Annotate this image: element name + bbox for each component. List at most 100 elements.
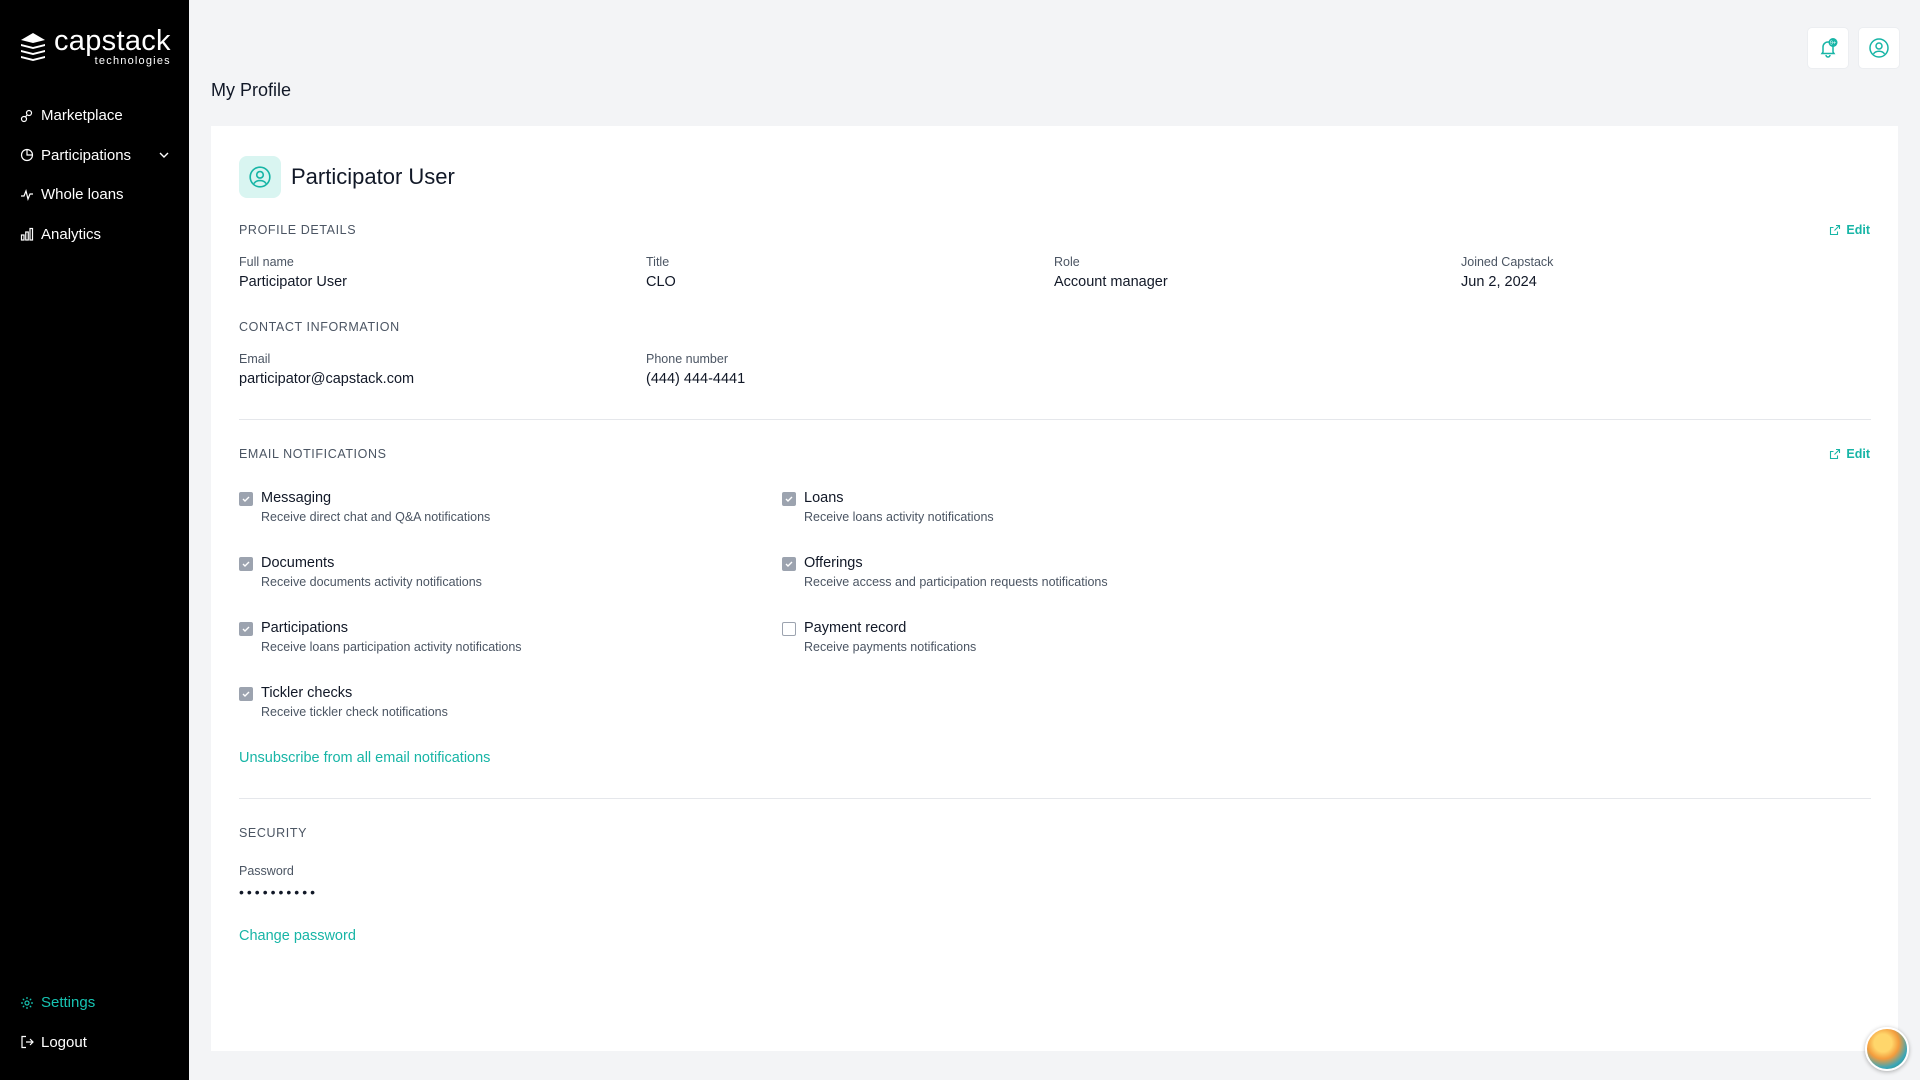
check-icon	[785, 496, 793, 502]
field-value: participator@capstack.com	[239, 371, 415, 387]
section-divider	[239, 798, 1871, 799]
notification-badge: 9+	[1830, 41, 1836, 47]
field-value: (444) 444-4441	[646, 371, 746, 387]
notification-desc: Receive documents activity notifications	[261, 575, 482, 589]
notification-payment-record[interactable]: Payment record Receive payments notificat…	[782, 620, 976, 654]
edit-icon	[1830, 224, 1841, 236]
field-value: Jun 2, 2024	[1461, 274, 1537, 290]
notifications-button[interactable]: 9+	[1808, 28, 1848, 68]
sidebar-item-label: Participations	[41, 146, 132, 164]
sidebar-item-label: Analytics	[41, 225, 102, 243]
brand-subtitle: technologies	[94, 55, 171, 67]
check-icon	[242, 626, 250, 632]
notification-offerings[interactable]: Offerings Receive access and participatio…	[782, 555, 1108, 589]
check-icon	[242, 561, 250, 567]
check-icon	[242, 496, 250, 502]
field-title: Title CLO	[646, 255, 676, 290]
page-title: My Profile	[211, 80, 292, 100]
participations-icon	[19, 147, 35, 163]
notification-desc: Receive loans activity notifications	[804, 510, 994, 524]
field-label: Full name	[239, 255, 294, 269]
notification-title: Documents	[261, 555, 335, 571]
sidebar-item-whole-loans[interactable]: Whole loans	[19, 175, 171, 215]
sidebar-item-label: Whole loans	[41, 186, 124, 204]
marketplace-icon	[19, 108, 35, 124]
field-label: Email	[239, 352, 271, 366]
notification-title: Tickler checks	[261, 685, 353, 701]
profile-details-heading: PROFILE DETAILS	[239, 223, 357, 237]
field-value: Account manager	[1054, 274, 1168, 290]
user-circle-icon	[1869, 38, 1889, 58]
analytics-icon	[19, 226, 35, 242]
notification-tickler-checks[interactable]: Tickler checks Receive tickler check noti…	[239, 685, 448, 719]
check-icon	[785, 561, 793, 567]
checkbox[interactable]	[239, 687, 253, 701]
checkbox[interactable]	[239, 557, 253, 571]
account-button[interactable]	[1859, 28, 1899, 68]
checkbox[interactable]	[782, 557, 796, 571]
bell-icon: 9+	[1820, 38, 1838, 58]
field-phone: Phone number (444) 444-4441	[646, 352, 745, 387]
field-label: Role	[1054, 255, 1080, 269]
field-role: Role Account manager	[1054, 255, 1168, 290]
notification-desc: Receive direct chat and Q&A notification…	[261, 510, 491, 524]
notification-loans[interactable]: Loans Receive loans activity notification…	[782, 490, 994, 524]
email-notifications-heading: EMAIL NOTIFICATIONS	[239, 447, 387, 461]
profile-card: Participator User PROFILE DETAILS Edit F…	[211, 126, 1898, 1051]
sidebar-nav: Marketplace Participations Whole loans A…	[19, 96, 171, 254]
checkbox[interactable]	[239, 622, 253, 636]
notification-title: Participations	[261, 620, 349, 636]
contact-info-heading: CONTACT INFORMATION	[239, 320, 400, 334]
checkbox[interactable]	[782, 492, 796, 506]
sidebar-item-label: Logout	[41, 1033, 87, 1051]
notification-title: Payment record	[804, 620, 907, 636]
edit-icon	[1830, 448, 1841, 460]
sidebar-item-participations[interactable]: Participations	[19, 136, 171, 176]
edit-profile-button[interactable]: Edit	[1829, 223, 1870, 237]
field-email: Email participator@capstack.com	[239, 352, 414, 387]
sidebar-item-logout[interactable]: Logout	[19, 1023, 171, 1063]
avatar	[239, 156, 281, 198]
field-label: Password	[239, 864, 294, 878]
notification-desc: Receive loans participation activity not…	[261, 640, 522, 654]
checkbox[interactable]	[239, 492, 253, 506]
capstack-logo[interactable]: capstack technologies	[18, 27, 171, 67]
notification-messaging[interactable]: Messaging Receive direct chat and Q&A not…	[239, 490, 490, 524]
notification-desc: Receive tickler check notifications	[261, 705, 448, 719]
sidebar-item-settings[interactable]: Settings	[19, 983, 171, 1023]
checkbox[interactable]	[782, 622, 796, 636]
profile-name: Participator User	[291, 164, 455, 189]
notification-documents[interactable]: Documents Receive documents activity noti…	[239, 555, 482, 589]
section-divider	[239, 419, 1871, 420]
sidebar-item-marketplace[interactable]: Marketplace	[19, 96, 171, 136]
sidebar-item-analytics[interactable]: Analytics	[19, 215, 171, 255]
assistant-avatar-button[interactable]	[1865, 1027, 1909, 1071]
field-full-name: Full name Participator User	[239, 255, 347, 290]
profile-header: Participator User	[239, 156, 455, 198]
whole-loans-icon	[19, 187, 35, 203]
notification-participations[interactable]: Participations Receive loans participatio…	[239, 620, 522, 654]
unsubscribe-link[interactable]: Unsubscribe from all email notifications	[239, 750, 490, 766]
brand-name: capstack	[54, 25, 171, 57]
sidebar-item-label: Settings	[41, 994, 96, 1012]
edit-label: Edit	[1846, 223, 1870, 237]
chevron-down-icon[interactable]	[157, 148, 171, 162]
notification-desc: Receive payments notifications	[804, 640, 977, 654]
edit-notifications-button[interactable]: Edit	[1829, 447, 1870, 461]
capstack-logo-icon	[18, 31, 48, 61]
check-icon	[242, 691, 250, 697]
field-label: Joined Capstack	[1461, 255, 1554, 269]
logout-icon	[19, 1034, 35, 1050]
edit-label: Edit	[1846, 447, 1870, 461]
notification-desc: Receive access and participation request…	[804, 575, 1108, 589]
field-label: Title	[646, 255, 670, 269]
notification-title: Loans	[804, 490, 844, 506]
change-password-link[interactable]: Change password	[239, 928, 356, 944]
sidebar-item-label: Marketplace	[41, 107, 123, 125]
field-joined: Joined Capstack Jun 2, 2024	[1461, 255, 1553, 290]
security-heading: SECURITY	[239, 826, 308, 840]
field-value: Participator User	[239, 274, 347, 290]
notification-title: Messaging	[261, 490, 332, 506]
user-circle-icon	[249, 166, 271, 188]
notification-title: Offerings	[804, 555, 863, 571]
